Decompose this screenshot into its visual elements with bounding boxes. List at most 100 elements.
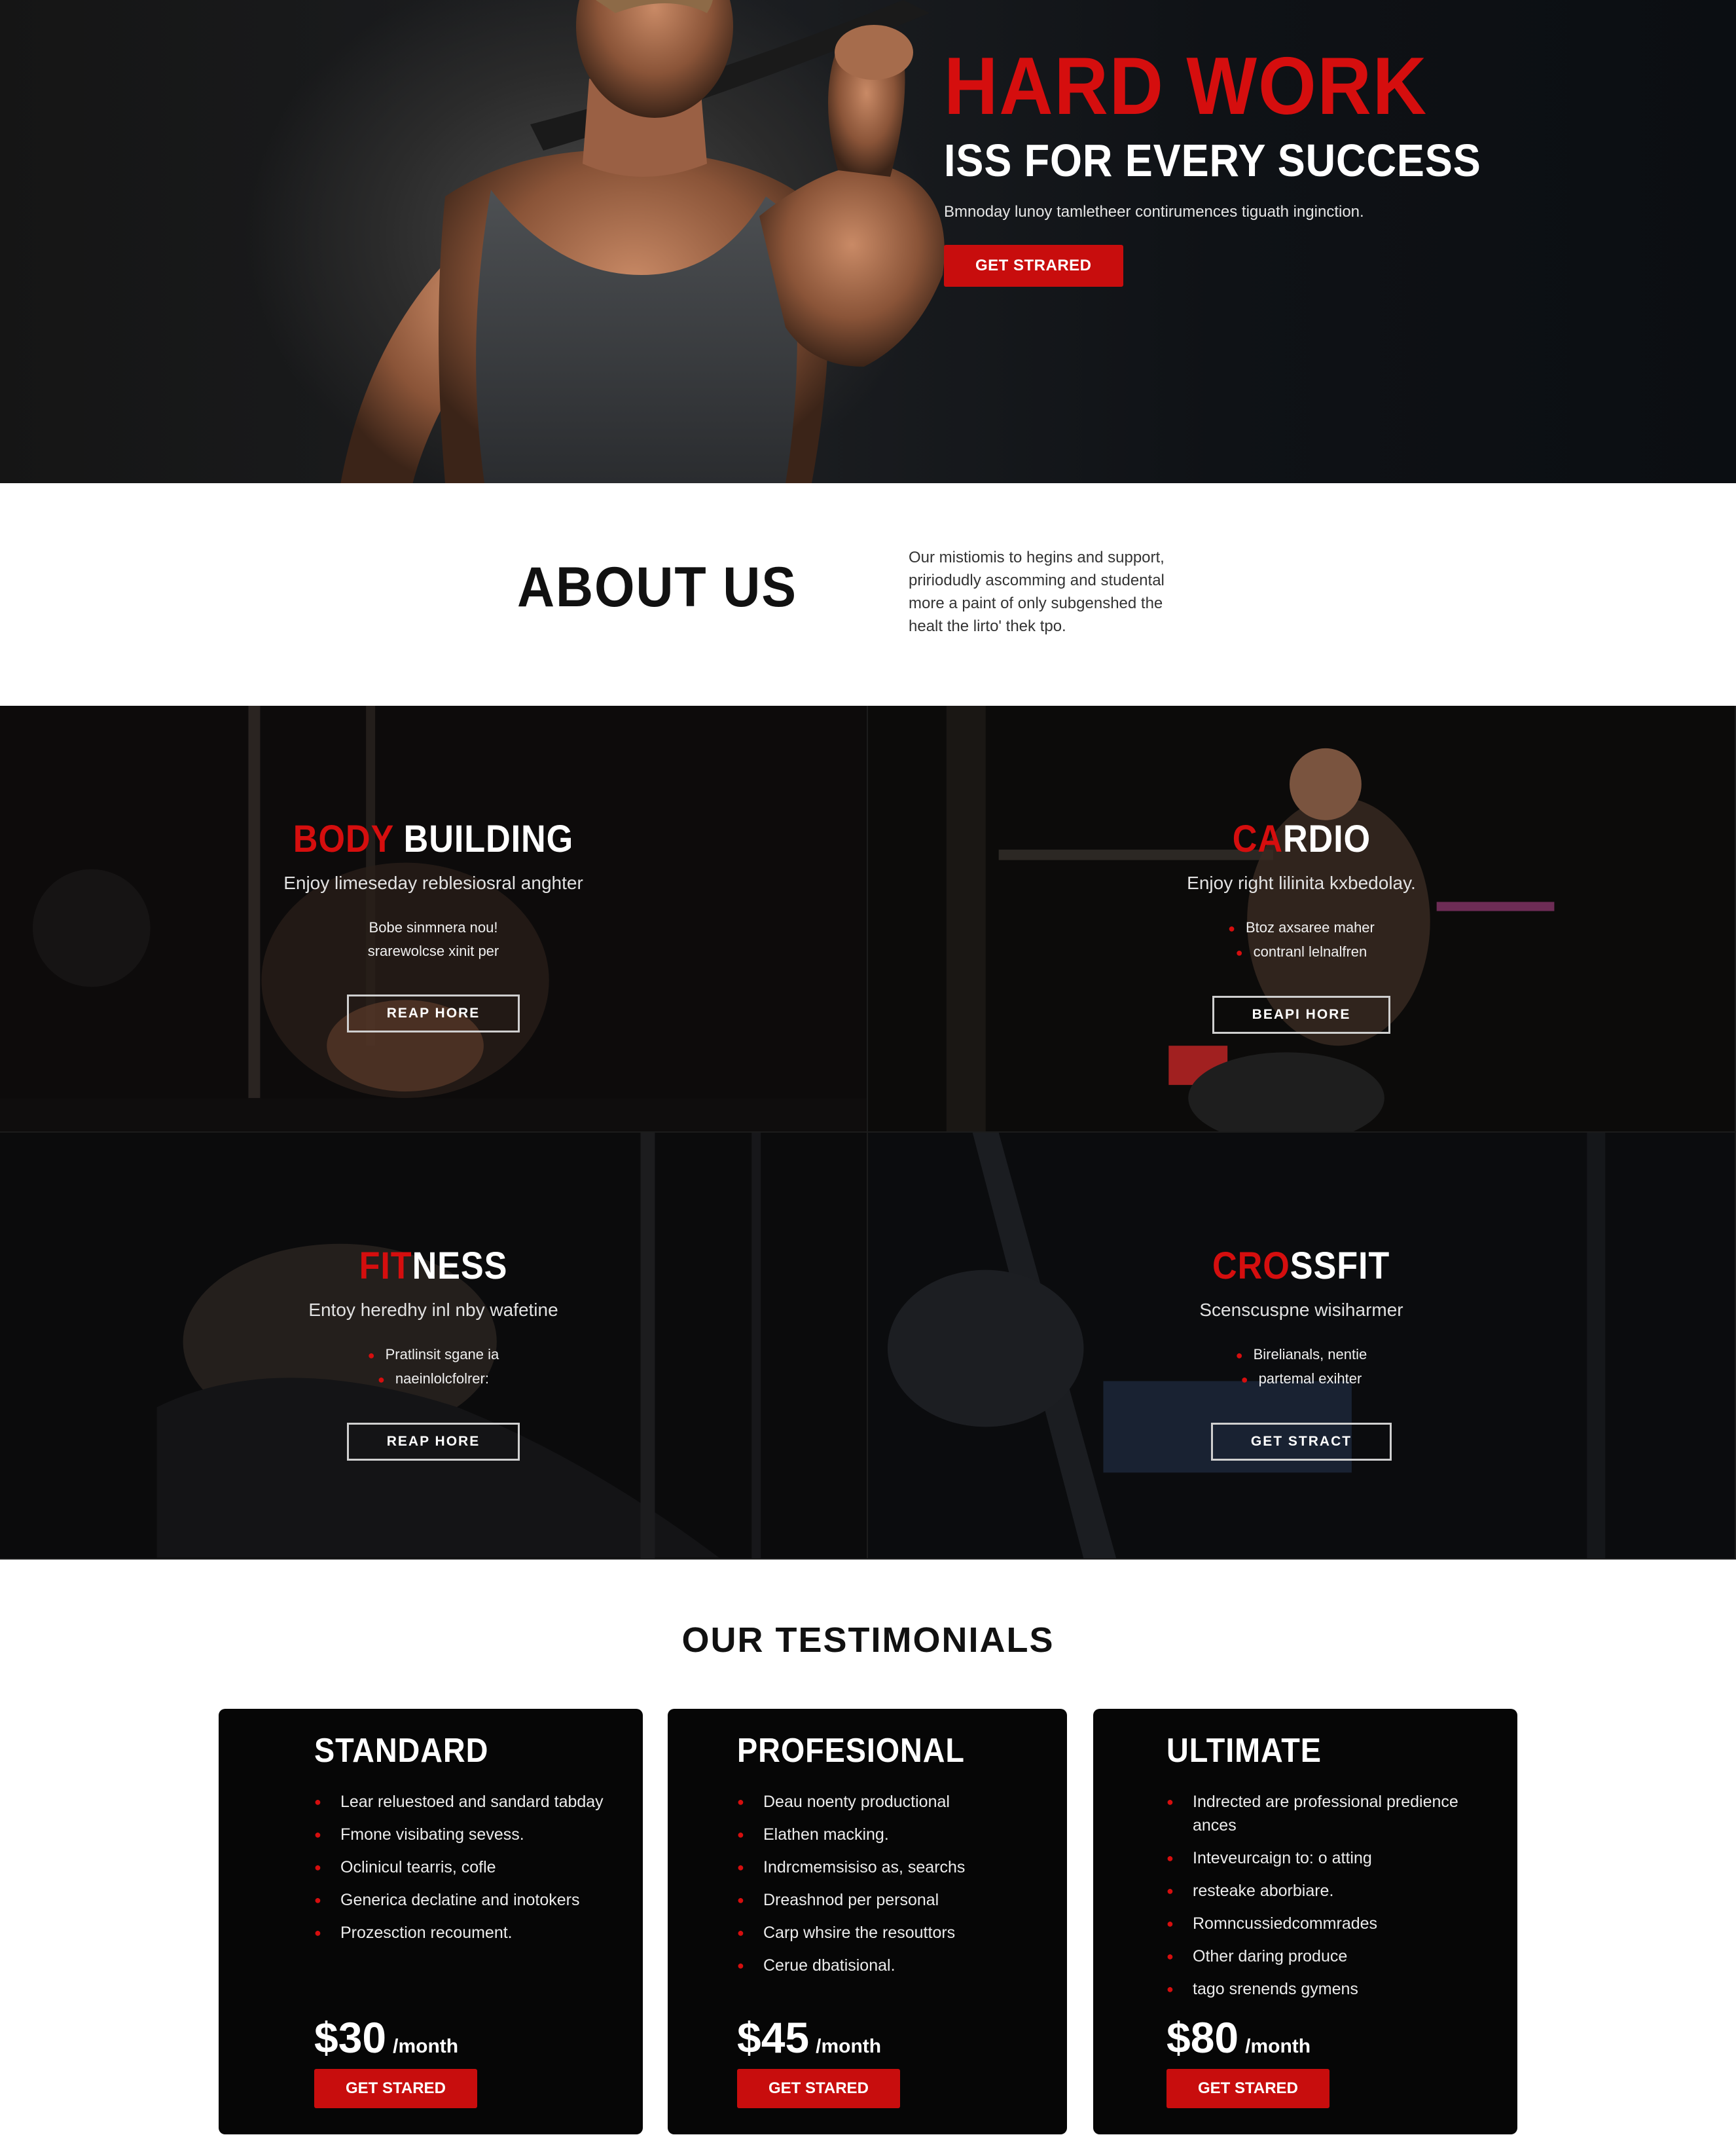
service-title: BODY BUILDING bbox=[293, 818, 574, 860]
bullet-icon: ● bbox=[737, 1828, 744, 1841]
about-line: pririodudly ascomming and studental bbox=[909, 572, 1165, 589]
plan-price: $45 bbox=[737, 2013, 810, 2062]
list-item: ● Other daring produce bbox=[1166, 1945, 1498, 1968]
list-item: ● partemal exihter bbox=[1240, 1370, 1362, 1387]
list-item: ● Lear reluestoed and sandard tabday bbox=[314, 1790, 617, 1814]
bullet-icon: ● bbox=[314, 1893, 321, 1907]
list-item: srarewolcse xinit per bbox=[367, 943, 499, 959]
bullet-icon: ● bbox=[1166, 1982, 1174, 1996]
service-bullets: ● Btoz axsaree maher ● contranl lelnalfren bbox=[868, 916, 1735, 964]
service-title: CROSSFIT bbox=[1212, 1245, 1390, 1287]
list-item: ● Pratlinsit sgane ia bbox=[367, 1346, 499, 1362]
service-subtitle: Scenscuspne wisiharmer bbox=[1199, 1300, 1403, 1320]
service-bullets: Bobe sinmnera nou! srarewolcse xinit per bbox=[0, 916, 867, 963]
read-more-button[interactable]: BEAPI HORE bbox=[1212, 996, 1391, 1034]
pricing-card-profesional: PROFESIONAL ● Deau noenty productional ● E… bbox=[668, 1709, 1067, 2134]
bullet-icon: ● bbox=[737, 1893, 744, 1907]
bullet-icon: ● bbox=[378, 1373, 385, 1386]
service-card-crossfit: CROSSFIT Scenscuspne wisiharmer ● Birelia… bbox=[868, 1133, 1736, 1560]
service-subtitle: Enjoy limeseday reblesiosral anghter bbox=[283, 873, 583, 893]
about-section: ABOUT US Our mistiomis to hegins and sup… bbox=[0, 483, 1736, 706]
list-item: ● Indrected are professional predience an… bbox=[1166, 1790, 1498, 1837]
list-item: ● Prozesction recoument. bbox=[314, 1921, 617, 1945]
about-line: Our mistiomis to hegins and support, bbox=[909, 549, 1165, 566]
bullet-icon: ● bbox=[1166, 1917, 1174, 1930]
bullet-icon: ● bbox=[737, 1959, 744, 1972]
about-title: ABOUT US bbox=[517, 556, 797, 619]
list-item: ● Birelianals, nentie bbox=[1235, 1346, 1367, 1362]
service-body: FITNESS Entoy heredhy inl nby wafetine ●… bbox=[0, 1244, 867, 1461]
pricing-card-standard: STANDARD ● Lear reluestoed and sandard ta… bbox=[219, 1709, 643, 2134]
bullet-icon: ● bbox=[314, 1828, 321, 1841]
bullet-icon: ● bbox=[1240, 1373, 1248, 1386]
read-more-button[interactable]: REAP HORE bbox=[346, 995, 520, 1032]
bullet-icon: ● bbox=[314, 1926, 321, 1939]
list-item: ● Cerue dbatisional. bbox=[737, 1954, 1047, 1977]
hero-subtitle: ISS FOR EVERY SUCCESS bbox=[944, 135, 1481, 186]
plan-features: ● Deau noenty productional ● Elathen macki… bbox=[737, 1790, 1047, 1977]
about-line: more a paint of only subgenshed the bbox=[909, 594, 1163, 612]
price-row: $30 /month bbox=[314, 2013, 458, 2062]
list-item: ● Oclinicul tearris, cofle bbox=[314, 1855, 617, 1879]
pricing-card-ultimate: ULTIMATE ● Indrected are professional pre… bbox=[1093, 1709, 1517, 2134]
price-row: $80 /month bbox=[1166, 2013, 1311, 2062]
testimonials-title: OUR TESTIMONIALS bbox=[681, 1620, 1055, 1660]
testimonials-section: OUR TESTIMONIALS STANDARD ● Lear reluesto… bbox=[0, 1560, 1736, 2137]
get-started-button[interactable]: GET STRACT bbox=[1210, 1423, 1392, 1461]
service-subtitle: Enjoy right lilinita kxbedolay. bbox=[1187, 873, 1416, 893]
bullet-icon: ● bbox=[1228, 922, 1235, 935]
list-item: Bobe sinmnera nou! bbox=[369, 919, 498, 936]
service-bullets: ● Pratlinsit sgane ia ● naeinlolcfolrer: bbox=[0, 1343, 867, 1391]
list-item: ● Romncussiedcommrades bbox=[1166, 1912, 1498, 1935]
service-body: CARDIO Enjoy right lilinita kxbedolay. ●… bbox=[868, 817, 1735, 1034]
list-item: ● Fmone visibating sevess. bbox=[314, 1823, 617, 1846]
about-line: healt the lirto' thek tpo. bbox=[909, 617, 1066, 635]
service-title: FITNESS bbox=[359, 1245, 508, 1287]
hero-title: HARD WORK bbox=[944, 41, 1428, 132]
card-content: ULTIMATE ● Indrected are professional pre… bbox=[1166, 1731, 1498, 2134]
hero-description: Bmnoday lunoy tamletheer contirumences t… bbox=[944, 203, 1364, 221]
plan-name: PROFESIONAL bbox=[737, 1732, 965, 1770]
plan-price: $30 bbox=[314, 2013, 387, 2062]
list-item: ● Carp whsire the resouttors bbox=[737, 1921, 1047, 1945]
bullet-icon: ● bbox=[737, 1926, 744, 1939]
plan-period: /month bbox=[1245, 2036, 1311, 2057]
service-body: BODY BUILDING Enjoy limeseday reblesiosr… bbox=[0, 817, 867, 1032]
about-text: Our mistiomis to hegins and support, pri… bbox=[909, 546, 1275, 638]
service-title: CARDIO bbox=[1232, 818, 1371, 860]
plan-features: ● Lear reluestoed and sandard tabday ● Fmo… bbox=[314, 1790, 617, 1945]
plan-features: ● Indrected are professional predience an… bbox=[1166, 1790, 1498, 2001]
list-item: ● tago srenends gymens bbox=[1166, 1977, 1498, 2001]
service-body: CROSSFIT Scenscuspne wisiharmer ● Birelia… bbox=[868, 1244, 1735, 1461]
bullet-icon: ● bbox=[1166, 1950, 1174, 1963]
get-started-button[interactable]: GET STRARED bbox=[944, 245, 1123, 287]
list-item: ● Dreashnod per personal bbox=[737, 1888, 1047, 1912]
get-started-button[interactable]: GET STARED bbox=[314, 2069, 477, 2108]
card-content: PROFESIONAL ● Deau noenty productional ● E… bbox=[737, 1731, 1047, 2134]
card-content: STANDARD ● Lear reluestoed and sandard ta… bbox=[314, 1731, 617, 2134]
hero-section: HARD WORK ISS FOR EVERY SUCCESS Bmnoday … bbox=[0, 0, 1736, 483]
service-subtitle: Entoy heredhy inl nby wafetine bbox=[308, 1300, 558, 1320]
services-grid: BODY BUILDING Enjoy limeseday reblesiosr… bbox=[0, 706, 1736, 1560]
price-row: $45 /month bbox=[737, 2013, 881, 2062]
bullet-icon: ● bbox=[1166, 1852, 1174, 1865]
list-item: ● Inteveurcaign to: o atting bbox=[1166, 1846, 1498, 1870]
plan-name: STANDARD bbox=[314, 1732, 489, 1770]
service-card-fitness: FITNESS Entoy heredhy inl nby wafetine ●… bbox=[0, 1133, 868, 1560]
plan-price: $80 bbox=[1166, 2013, 1239, 2062]
bullet-icon: ● bbox=[737, 1795, 744, 1808]
list-item: ● resteake aborbiare. bbox=[1166, 1879, 1498, 1903]
bullet-icon: ● bbox=[314, 1795, 321, 1808]
bullet-icon: ● bbox=[367, 1349, 375, 1362]
plan-period: /month bbox=[816, 2036, 882, 2057]
plan-period: /month bbox=[393, 2036, 459, 2057]
read-more-button[interactable]: REAP HORE bbox=[346, 1423, 520, 1461]
bullet-icon: ● bbox=[1166, 1884, 1174, 1897]
get-started-button[interactable]: GET STARED bbox=[1166, 2069, 1329, 2108]
list-item: ● naeinlolcfolrer: bbox=[378, 1370, 489, 1387]
plan-name: ULTIMATE bbox=[1166, 1732, 1322, 1770]
hero-text-block: HARD WORK ISS FOR EVERY SUCCESS Bmnoday … bbox=[944, 46, 1664, 287]
list-item: ● contranl lelnalfren bbox=[1235, 943, 1367, 960]
list-item: ● Indrcmemsisiso as, searchs bbox=[737, 1855, 1047, 1879]
get-started-button[interactable]: GET STARED bbox=[737, 2069, 900, 2108]
